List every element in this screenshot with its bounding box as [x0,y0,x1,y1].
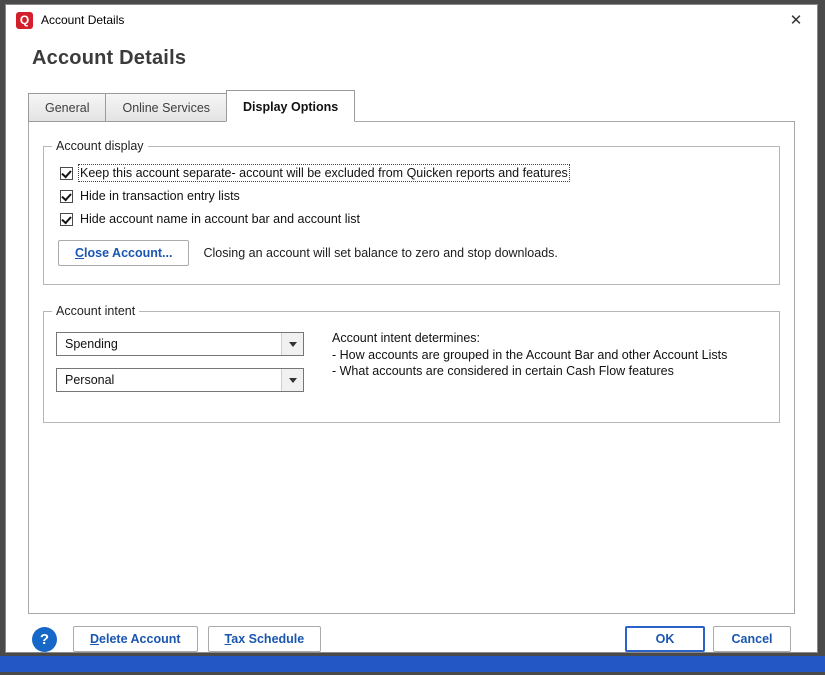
intent-description-line: - How accounts are grouped in the Accoun… [332,347,728,362]
intent-description-line: - What accounts are considered in certai… [332,364,674,378]
close-icon[interactable]: ✕ [785,11,807,29]
hide-account-name-label[interactable]: Hide account name in account bar and acc… [80,212,360,226]
intent-usage-select[interactable]: Personal [56,368,304,392]
intent-usage-value: Personal [65,373,115,387]
tab-bar: General Online Services Display Options [28,90,795,122]
account-details-dialog: Q Account Details ✕ Account Details Gene… [5,4,818,653]
hide-transaction-row[interactable]: Hide in transaction entry lists [60,189,763,203]
intent-description: Account intent determines: - How account… [332,330,727,380]
cancel-button[interactable]: Cancel [713,626,791,652]
hide-transaction-checkbox[interactable] [60,189,73,203]
account-display-group: Account display Keep this account separa… [43,139,780,285]
close-account-note: Closing an account will set balance to z… [203,246,558,260]
intent-type-select[interactable]: Spending [56,332,304,356]
footer: ? Delete Account Tax Schedule OK Cancel [32,626,791,652]
hide-transaction-label[interactable]: Hide in transaction entry lists [80,189,240,203]
close-account-row: Close Account... Closing an account will… [58,240,765,266]
chevron-down-icon [281,369,303,391]
window-title: Account Details [41,13,125,27]
close-account-button[interactable]: Close Account... [58,240,190,266]
delete-account-button[interactable]: Delete Account [73,626,198,652]
intent-selects: Spending Personal [56,328,324,404]
hide-account-name-row[interactable]: Hide account name in account bar and acc… [60,212,763,226]
titlebar[interactable]: Q Account Details ✕ [6,5,817,35]
intent-description-line: Account intent determines: [332,331,480,345]
quicken-logo-icon: Q [16,11,33,29]
account-intent-legend: Account intent [52,304,140,318]
ok-button[interactable]: OK [625,626,705,652]
chevron-down-icon [281,333,303,355]
keep-separate-row[interactable]: Keep this account separate- account will… [60,164,763,182]
tab-display-options[interactable]: Display Options [226,90,356,122]
page-title: Account Details [32,47,187,69]
help-icon[interactable]: ? [32,626,57,652]
tax-schedule-button[interactable]: Tax Schedule [207,626,322,652]
account-display-legend: Account display [52,139,148,153]
tab-general[interactable]: General [28,93,107,122]
intent-type-value: Spending [65,337,118,351]
keep-separate-label[interactable]: Keep this account separate- account will… [78,164,570,182]
account-intent-group: Account intent Spending Personal Account… [43,304,780,423]
hide-account-name-checkbox[interactable] [60,212,73,226]
tab-online-services[interactable]: Online Services [105,93,228,122]
background-window-strip [0,656,825,672]
tab-panel: Account display Keep this account separa… [28,121,795,614]
keep-separate-checkbox[interactable] [60,166,73,180]
